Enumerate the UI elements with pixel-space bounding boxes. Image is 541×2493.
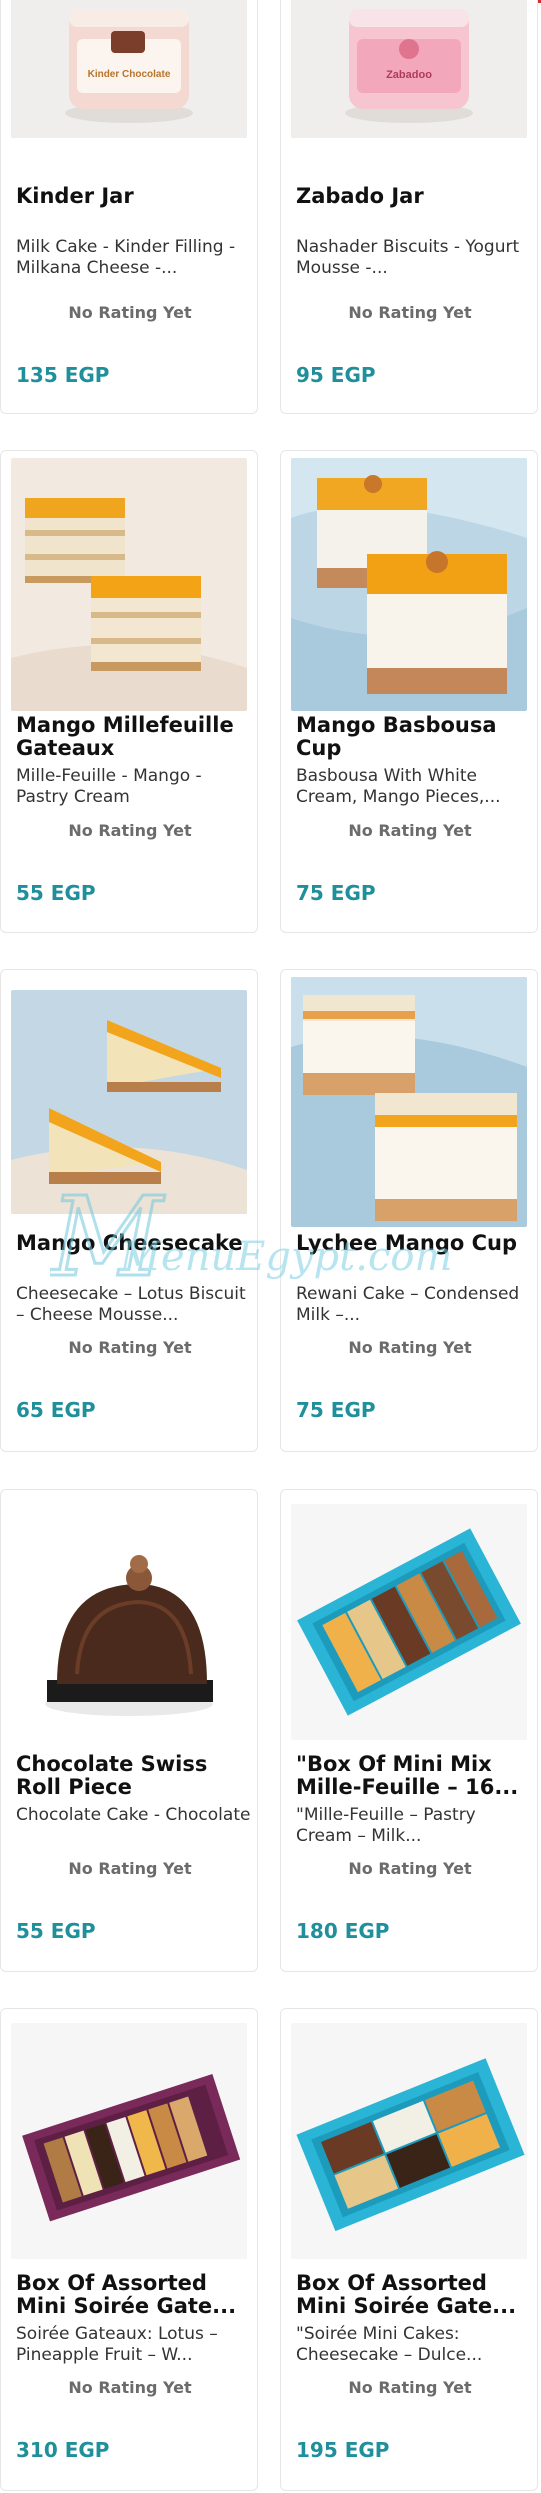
product-price: 55 EGP	[16, 881, 96, 905]
product-price: 195 EGP	[296, 2438, 390, 2462]
product-card[interactable]: Box Of Assorted Mini Soirée Gate... Soir…	[0, 2008, 258, 2491]
product-description: Chocolate Cake - Chocolate	[16, 1805, 251, 1825]
product-card[interactable]: Box Of Assorted Mini Soirée Gate... "Soi…	[280, 2008, 538, 2491]
product-card[interactable]: "Box Of Mini Mix Mille-Feuille – 16... "…	[280, 1489, 538, 1972]
product-title: Chocolate Swiss Roll Piece	[16, 1752, 208, 1799]
jar-label: Zabadoo	[386, 69, 432, 81]
product-image	[291, 2023, 527, 2259]
product-card[interactable]: Zabadoo Zabado Jar Nashader Biscuits - Y…	[280, 0, 538, 414]
product-image	[291, 458, 527, 711]
product-price: 180 EGP	[296, 1919, 390, 1943]
product-price: 55 EGP	[16, 1919, 96, 1943]
product-title: Mango Basbousa Cup	[296, 713, 497, 760]
product-title: Box Of Assorted Mini Soirée Gate...	[296, 2271, 517, 2318]
product-image	[291, 977, 527, 1227]
product-image	[291, 1504, 527, 1740]
product-rating: No Rating Yet	[68, 303, 192, 322]
product-image	[11, 990, 247, 1214]
jar-label: Kinder Chocolate	[87, 69, 171, 80]
product-description: Milk Cake - Kinder Filling - Milkana Che…	[16, 237, 236, 278]
product-title: Zabado Jar	[296, 184, 424, 208]
product-price: 65 EGP	[16, 1398, 96, 1422]
product-title: Kinder Jar	[16, 184, 134, 208]
product-rating: No Rating Yet	[348, 1859, 472, 1878]
product-description: Basbousa With White Cream, Mango Pieces,…	[296, 766, 501, 807]
product-rating: No Rating Yet	[68, 821, 192, 840]
product-image	[11, 1504, 247, 1740]
product-card[interactable]: Mango Millefeuille Gateaux Mille-Feuille…	[0, 450, 258, 933]
product-rating: No Rating Yet	[348, 2378, 472, 2397]
product-rating: No Rating Yet	[348, 1338, 472, 1357]
product-card[interactable]: Mango Basbousa Cup Basbousa With White C…	[280, 450, 538, 933]
product-description: "Mille-Feuille – Pastry Cream – Milk...	[296, 1805, 476, 1846]
product-price: 95 EGP	[296, 363, 376, 387]
product-title: Mango Cheesecake	[16, 1231, 243, 1255]
product-price: 75 EGP	[296, 881, 376, 905]
product-description: Soirée Gateaux: Lotus – Pineapple Fruit …	[16, 2324, 218, 2365]
product-title: Lychee Mango Cup	[296, 1231, 518, 1255]
product-card[interactable]: Lychee Mango Cup Rewani Cake – Condensed…	[280, 969, 538, 1452]
product-image: Zabadoo	[291, 0, 527, 138]
product-description: Cheesecake – Lotus Biscuit – Cheese Mous…	[16, 1284, 246, 1325]
product-title: Mango Millefeuille Gateaux	[16, 713, 234, 760]
product-rating: No Rating Yet	[68, 2378, 192, 2397]
product-rating: No Rating Yet	[348, 821, 472, 840]
product-image	[11, 458, 247, 711]
product-card[interactable]: Mango Cheesecake Cheesecake – Lotus Bisc…	[0, 969, 258, 1452]
product-description: Rewani Cake – Condensed Milk –...	[296, 1284, 520, 1325]
product-description: Mille-Feuille - Mango - Pastry Cream	[16, 766, 202, 807]
product-rating: No Rating Yet	[68, 1859, 192, 1878]
product-title: Box Of Assorted Mini Soirée Gate...	[16, 2271, 237, 2318]
product-card[interactable]: Chocolate Swiss Roll Piece Chocolate Cak…	[0, 1489, 258, 1972]
product-price: 75 EGP	[296, 1398, 376, 1422]
product-price: 310 EGP	[16, 2438, 110, 2462]
product-card[interactable]: Kinder Chocolate Kinder Jar Milk Cake - …	[0, 0, 258, 414]
product-rating: No Rating Yet	[68, 1338, 192, 1357]
product-image	[11, 2023, 247, 2259]
product-description: "Soirée Mini Cakes: Cheesecake – Dulce..…	[296, 2324, 483, 2365]
product-title: "Box Of Mini Mix Mille-Feuille – 16...	[296, 1752, 519, 1799]
product-rating: No Rating Yet	[348, 303, 472, 322]
product-description: Nashader Biscuits - Yogurt Mousse -...	[296, 237, 520, 278]
product-price: 135 EGP	[16, 363, 110, 387]
product-image: Kinder Chocolate	[11, 0, 247, 138]
